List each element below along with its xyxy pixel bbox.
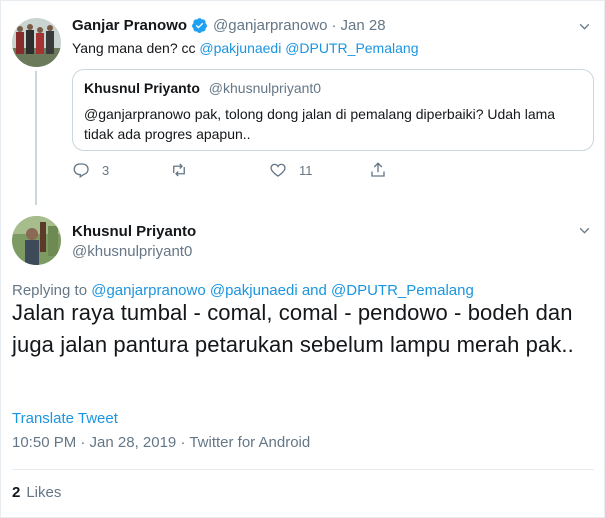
parent-tweet-header: Ganjar Pranowo @ganjarpranowo · Jan 28 bbox=[72, 17, 386, 34]
verified-icon bbox=[191, 17, 208, 34]
retweet-button[interactable] bbox=[170, 161, 200, 179]
quoted-tweet-header: Khusnul Priyanto @khusnulpriyant0 bbox=[84, 80, 321, 96]
separator-dot: · bbox=[331, 17, 337, 34]
tweet-text: Yang mana den? cc bbox=[72, 40, 200, 56]
quoted-tweet-text: @ganjarpranowo pak, tolong dong jalan di… bbox=[84, 106, 556, 142]
reply-count: 3 bbox=[102, 162, 110, 178]
translate-tweet-link[interactable]: Translate Tweet bbox=[12, 410, 118, 427]
like-icon bbox=[270, 163, 286, 177]
share-icon bbox=[371, 162, 385, 177]
author-handle[interactable]: @khusnulpriyant0 bbox=[72, 243, 192, 260]
mention-link[interactable]: @DPUTR_Pemalang bbox=[285, 40, 418, 56]
reply-button[interactable]: 3 bbox=[72, 161, 109, 179]
quoted-tweet-card[interactable]: Khusnul Priyanto @khusnulpriyant0 @ganja… bbox=[72, 69, 594, 151]
author-name[interactable]: Khusnul Priyanto bbox=[72, 223, 196, 240]
reply-icon bbox=[73, 163, 89, 178]
chevron-down-icon[interactable] bbox=[578, 224, 591, 240]
likes-label: Likes bbox=[26, 484, 62, 501]
likes-stat[interactable]: 2 Likes bbox=[12, 484, 61, 501]
tweet-actions: 3 11 bbox=[72, 161, 402, 183]
likes-count: 2 bbox=[12, 484, 21, 501]
quoted-author-name: Khusnul Priyanto bbox=[84, 80, 200, 96]
author-handle[interactable]: @ganjarpranowo bbox=[213, 17, 327, 34]
avatar[interactable] bbox=[12, 18, 61, 67]
chevron-down-icon[interactable] bbox=[578, 20, 591, 36]
tweet-thread: Ganjar Pranowo @ganjarpranowo · Jan 28 Y… bbox=[0, 0, 605, 518]
avatar[interactable] bbox=[12, 216, 61, 265]
tweet-timestamp[interactable]: 10:50 PM · Jan 28, 2019 · Twitter for An… bbox=[12, 434, 310, 451]
tweet-date[interactable]: Jan 28 bbox=[341, 17, 386, 34]
retweet-icon bbox=[173, 163, 185, 177]
author-name[interactable]: Ganjar Pranowo bbox=[72, 17, 187, 34]
like-count: 11 bbox=[299, 162, 313, 178]
mention-link[interactable]: @pakjunaedi bbox=[199, 40, 281, 56]
tweet-text: Jalan raya tumbal - comal, comal - pendo… bbox=[12, 300, 574, 357]
quoted-author-handle: @khusnulpriyant0 bbox=[208, 80, 322, 96]
like-button[interactable]: 11 bbox=[269, 161, 313, 179]
divider bbox=[12, 469, 594, 470]
parent-tweet-text: Yang mana den? cc @pakjunaedi @DPUTR_Pem… bbox=[72, 40, 418, 56]
thread-connector-line bbox=[35, 71, 37, 205]
share-button[interactable] bbox=[369, 161, 399, 179]
